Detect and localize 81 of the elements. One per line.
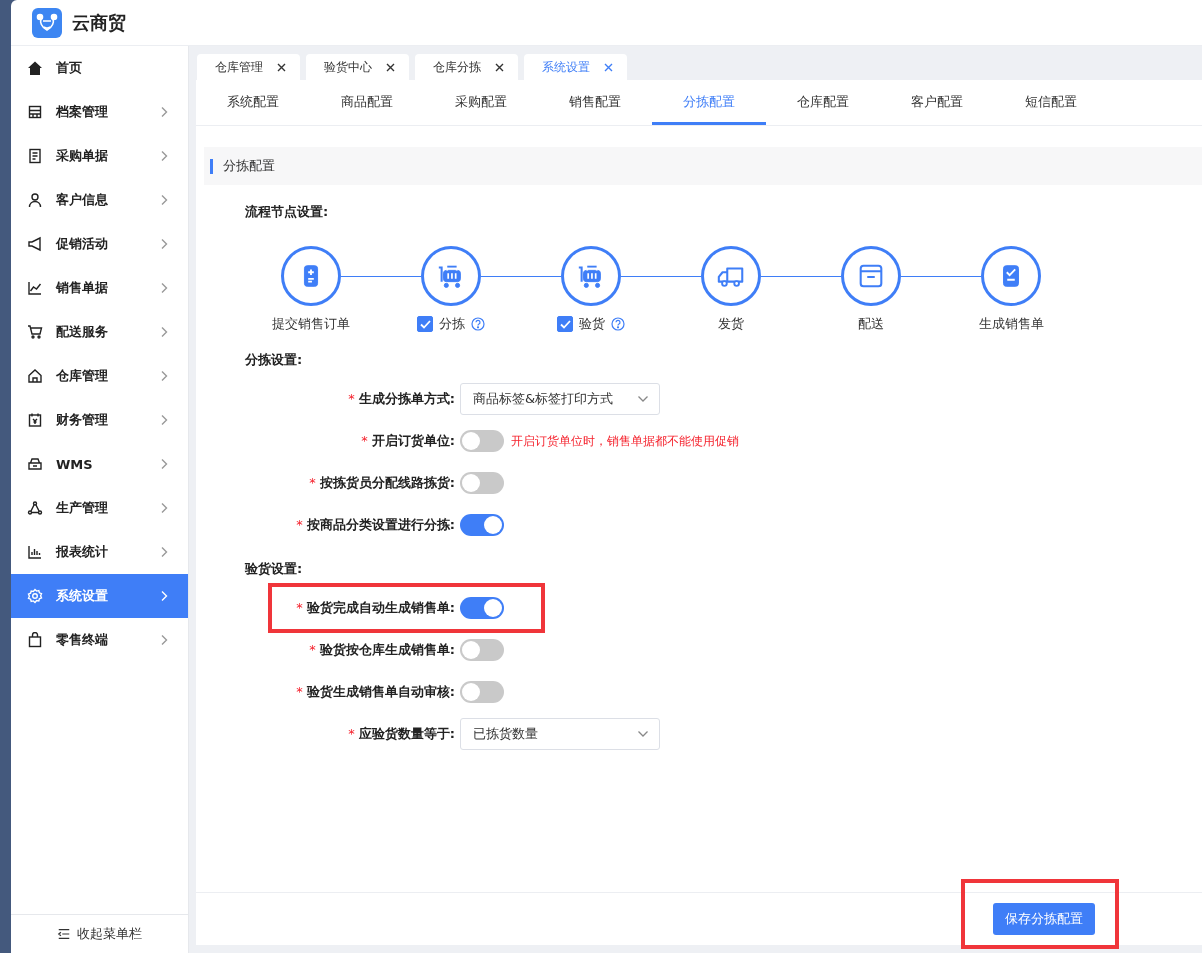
- save-button[interactable]: 保存分拣配置: [993, 903, 1095, 935]
- sidebar-item[interactable]: 首页: [11, 46, 188, 90]
- step-label: 配送: [858, 315, 884, 333]
- help-icon[interactable]: [471, 317, 485, 331]
- step-label: 发货: [718, 315, 744, 333]
- page-tab[interactable]: 系统设置: [524, 54, 627, 80]
- app-title: 云商贸: [72, 10, 126, 35]
- toggle-switch[interactable]: [460, 639, 504, 661]
- user-icon: [27, 192, 43, 208]
- close-icon: [386, 62, 395, 72]
- sidebar-item[interactable]: 客户信息: [11, 178, 188, 222]
- config-tab[interactable]: 销售配置: [538, 80, 652, 125]
- warning-note: 开启订货单位时，销售单据都不能使用促销: [511, 432, 740, 450]
- field-label: * 验货按仓库生成销售单:: [308, 641, 455, 659]
- sidebar-item[interactable]: 销售单据: [11, 266, 188, 310]
- checkbox[interactable]: [557, 316, 573, 332]
- select-field[interactable]: 已拣货数量: [460, 718, 660, 750]
- settings-icon: [27, 588, 43, 604]
- calendar-yen-icon: [27, 412, 43, 428]
- sidebar-item[interactable]: 报表统计: [11, 530, 188, 574]
- line-chart-icon: [27, 280, 43, 296]
- document-icon: [27, 148, 43, 164]
- bar-chart-icon: [27, 544, 43, 560]
- toggle-switch[interactable]: [460, 472, 504, 494]
- home-icon: [27, 60, 43, 76]
- chevron-down-icon: [637, 730, 649, 738]
- config-tab[interactable]: 客户配置: [880, 80, 994, 125]
- step-label: 提交销售订单: [272, 315, 350, 333]
- toggle-switch[interactable]: [460, 597, 504, 619]
- cart-icon: [27, 324, 43, 340]
- page-tab[interactable]: 仓库管理: [197, 54, 300, 80]
- help-icon[interactable]: [611, 317, 625, 331]
- sidebar-item[interactable]: 促销活动: [11, 222, 188, 266]
- field-label: * 验货完成自动生成销售单:: [295, 599, 455, 617]
- config-tab[interactable]: 短信配置: [994, 80, 1108, 125]
- group-heading: 验货设置:: [245, 560, 304, 578]
- select-field[interactable]: 商品标签&标签打印方式: [460, 383, 660, 415]
- close-icon: [495, 62, 504, 72]
- config-tab[interactable]: 商品配置: [310, 80, 424, 125]
- sidebar-item[interactable]: 生产管理: [11, 486, 188, 530]
- collapse-menu-button[interactable]: 收起菜单栏: [11, 914, 188, 953]
- config-tab[interactable]: 系统配置: [196, 80, 310, 125]
- field-label: * 生成分拣单方式:: [347, 390, 455, 408]
- app-logo-icon: [32, 7, 62, 38]
- config-tab[interactable]: 采购配置: [424, 80, 538, 125]
- sidebar-item[interactable]: 零售终端: [11, 618, 188, 662]
- toggle-switch[interactable]: [460, 430, 504, 452]
- page-tab[interactable]: 仓库分拣: [415, 54, 518, 80]
- shopping-bag-icon: [27, 632, 43, 648]
- sidebar-item[interactable]: 财务管理: [11, 398, 188, 442]
- config-tab[interactable]: 分拣配置: [652, 80, 766, 125]
- sidebar-item[interactable]: 采购单据: [11, 134, 188, 178]
- collapse-icon: [57, 927, 71, 941]
- field-label: * 应验货数量等于:: [347, 725, 455, 743]
- sidebar-item[interactable]: 档案管理: [11, 90, 188, 134]
- sidebar-item[interactable]: WMS: [11, 442, 188, 486]
- page-tab[interactable]: 验货中心: [306, 54, 409, 80]
- checkbox[interactable]: [417, 316, 433, 332]
- sidebar-item[interactable]: 仓库管理: [11, 354, 188, 398]
- field-label: * 按商品分类设置进行分拣:: [295, 516, 455, 534]
- toggle-switch[interactable]: [460, 681, 504, 703]
- flow-heading: 流程节点设置:: [245, 203, 330, 221]
- megaphone-icon: [27, 236, 43, 252]
- sidebar-item[interactable]: 系统设置: [11, 574, 188, 618]
- cabinet-icon: [27, 104, 43, 120]
- close-icon: [604, 62, 613, 72]
- field-label: * 按拣货员分配线路拣货:: [308, 474, 455, 492]
- house-icon: [27, 368, 43, 384]
- group-heading: 分拣设置:: [245, 351, 304, 369]
- toggle-switch[interactable]: [460, 514, 504, 536]
- sidebar-item[interactable]: 配送服务: [11, 310, 188, 354]
- step-label: 验货: [579, 315, 605, 333]
- config-tab[interactable]: 仓库配置: [766, 80, 880, 125]
- close-icon: [277, 62, 286, 72]
- chevron-down-icon: [637, 395, 649, 403]
- nodes-icon: [27, 500, 43, 516]
- field-label: * 验货生成销售单自动审核:: [295, 683, 455, 701]
- field-label: * 开启订货单位:: [360, 432, 455, 450]
- step-label: 分拣: [439, 315, 465, 333]
- step-label: 生成销售单: [978, 315, 1044, 333]
- section-title: 分拣配置: [223, 157, 275, 175]
